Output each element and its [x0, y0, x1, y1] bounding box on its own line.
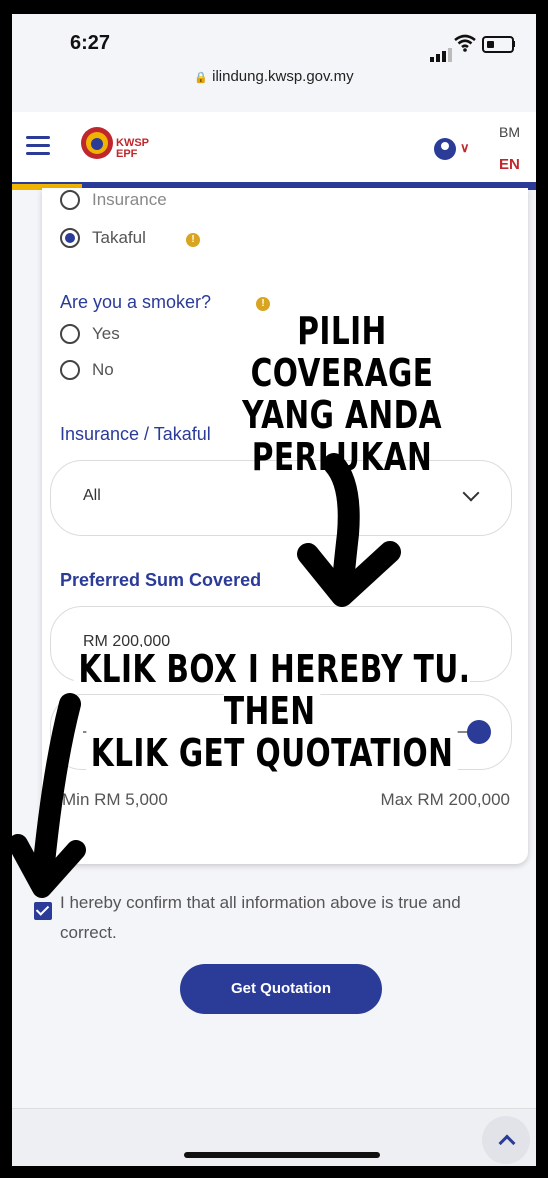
annotation-arrows [12, 453, 401, 898]
annotation-bottom: KLIK BOX I HEREBY TU. THEN KLIK GET QUOT… [38, 647, 506, 775]
annotation-top: PILIH COVERAGE YANG ANDA PERLUKAN [242, 309, 442, 479]
phone-screen: 6:27 🔒 ilindung.kwsp.gov.my KWSP EPF ∨ BM… [12, 14, 536, 1166]
